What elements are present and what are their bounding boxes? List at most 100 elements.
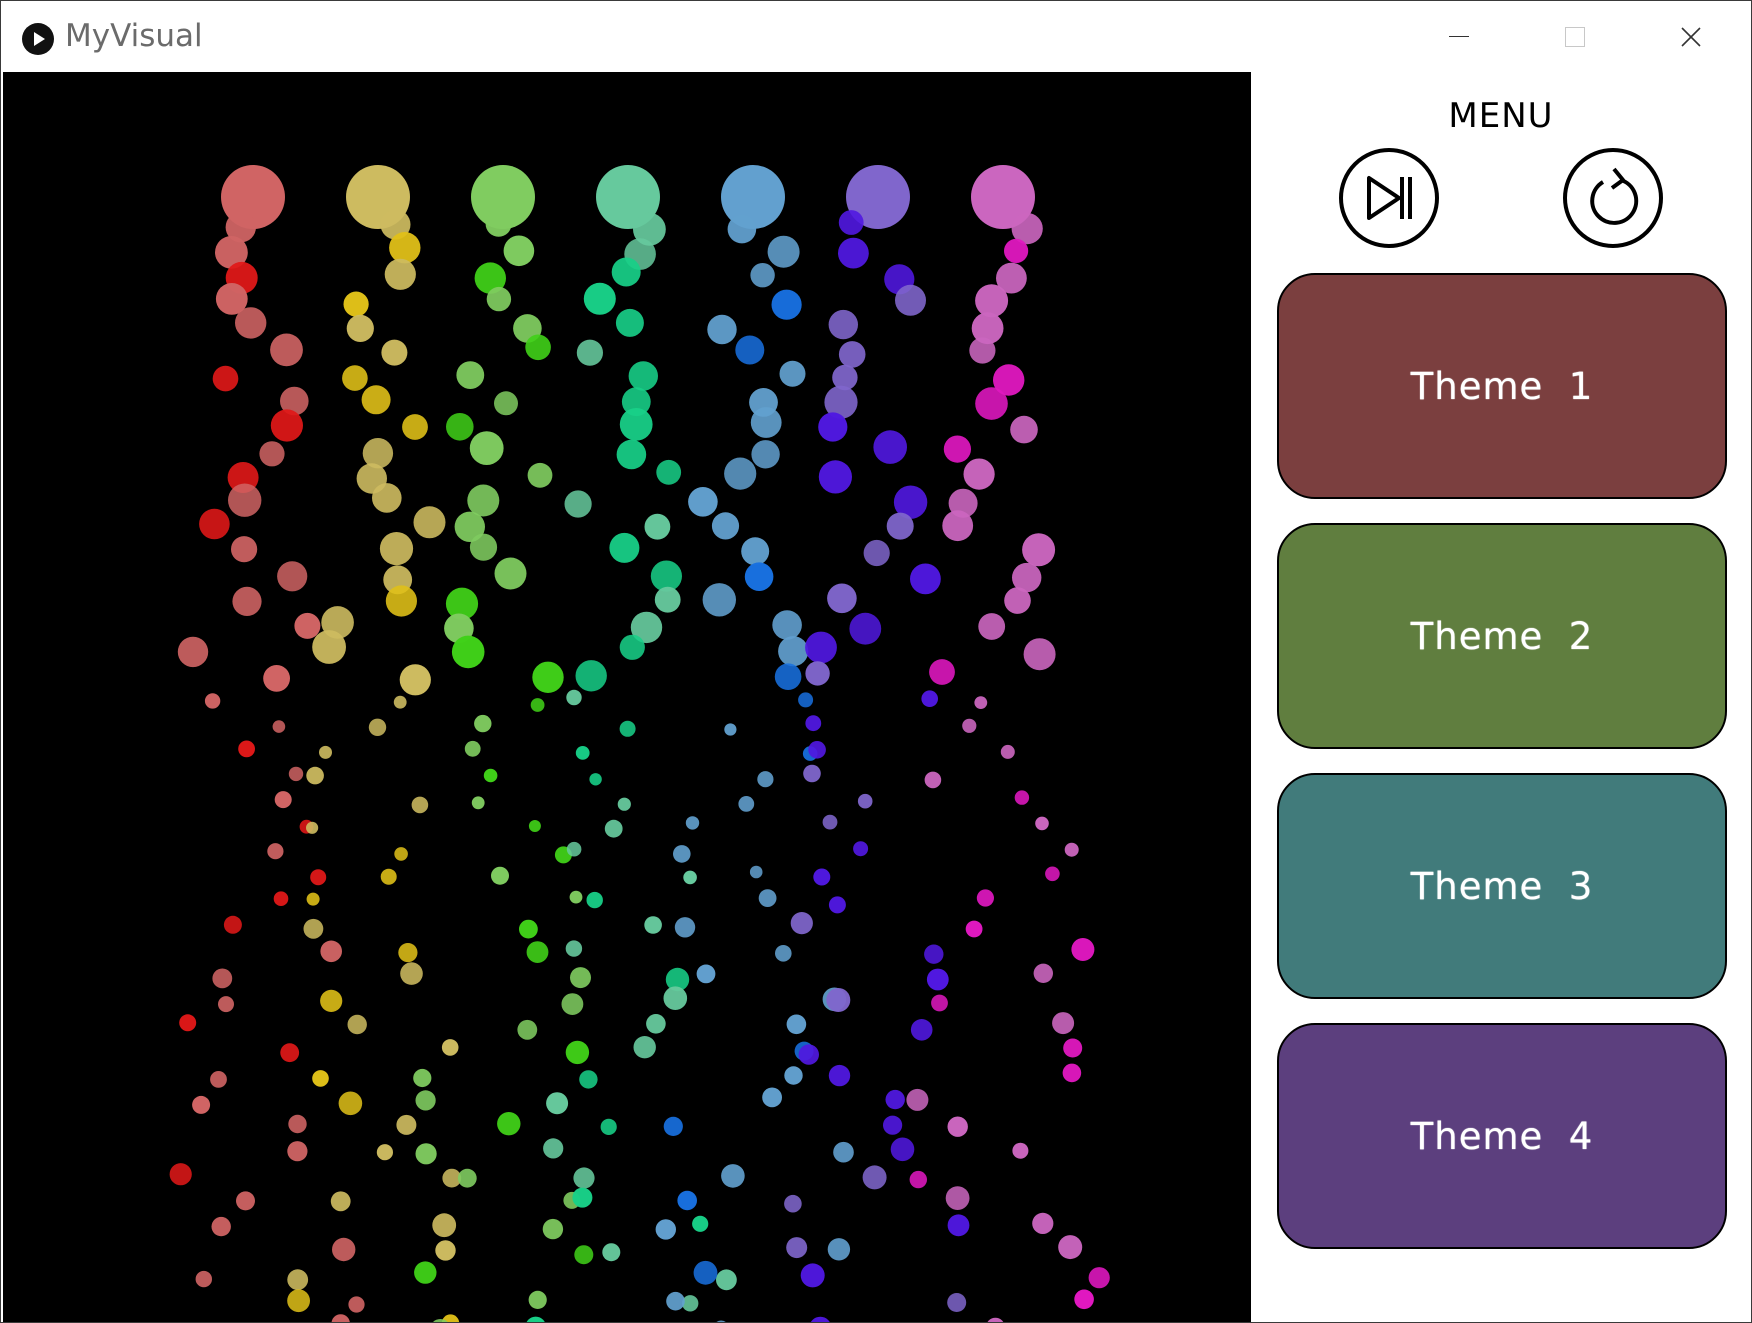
theme-3-button[interactable]: Theme 3 xyxy=(1277,773,1727,999)
particle xyxy=(270,333,303,367)
particle xyxy=(656,459,682,485)
particle xyxy=(1012,1142,1029,1159)
particle xyxy=(330,1191,351,1212)
skip-button[interactable] xyxy=(1339,148,1439,248)
particle xyxy=(517,1019,538,1040)
particle xyxy=(586,891,603,909)
particle xyxy=(602,1243,621,1262)
particle xyxy=(926,968,949,991)
particle xyxy=(385,585,417,617)
particle xyxy=(962,718,977,733)
theme-4-label: Theme 4 xyxy=(1410,1114,1594,1158)
particle xyxy=(491,866,509,885)
particle xyxy=(346,314,374,342)
particle xyxy=(273,891,289,906)
particle xyxy=(1058,1235,1083,1260)
particle xyxy=(963,458,995,490)
particle xyxy=(565,940,583,957)
particle xyxy=(263,665,290,692)
particle xyxy=(320,989,343,1013)
particle xyxy=(312,630,346,664)
particle xyxy=(685,816,700,830)
particle xyxy=(771,289,802,320)
particle xyxy=(786,1237,808,1259)
particle xyxy=(616,439,647,470)
theme-1-button[interactable]: Theme 1 xyxy=(1277,273,1727,499)
particle xyxy=(368,718,387,736)
theme-3-label: Theme 3 xyxy=(1410,864,1594,908)
particle xyxy=(969,337,996,364)
particle xyxy=(441,1039,459,1056)
particle xyxy=(361,385,391,415)
particle xyxy=(609,532,640,563)
particle xyxy=(619,720,636,737)
particle xyxy=(303,918,324,939)
particle xyxy=(210,1071,227,1088)
menu-title: MENU xyxy=(1448,96,1554,136)
particle xyxy=(413,1068,432,1088)
particle xyxy=(628,361,658,391)
particle xyxy=(655,1219,676,1240)
particle xyxy=(975,387,1008,420)
particle xyxy=(451,635,485,669)
particle xyxy=(348,1296,365,1313)
particle xyxy=(724,723,737,736)
particle xyxy=(457,1168,477,1188)
particle xyxy=(236,1191,255,1211)
maximize-icon xyxy=(1565,26,1585,47)
theme-4-button[interactable]: Theme 4 xyxy=(1277,1023,1727,1249)
theme-2-button[interactable]: Theme 2 xyxy=(1277,523,1727,749)
particle xyxy=(519,919,538,939)
minimize-button[interactable] xyxy=(1401,1,1517,72)
particle xyxy=(1032,1212,1054,1234)
particle xyxy=(169,1163,192,1186)
particle xyxy=(838,237,869,269)
particle xyxy=(813,868,831,886)
particle xyxy=(331,1314,350,1322)
close-button[interactable] xyxy=(1633,1,1749,72)
particle xyxy=(784,1194,802,1213)
particle xyxy=(235,307,267,339)
particle xyxy=(575,746,590,760)
particle xyxy=(604,819,623,838)
particle xyxy=(561,993,584,1015)
particle xyxy=(885,1089,905,1110)
particle xyxy=(526,1316,545,1322)
particle xyxy=(232,586,262,617)
particle xyxy=(218,996,234,1013)
particle xyxy=(707,314,737,345)
particle xyxy=(338,1091,363,1116)
particle xyxy=(909,1170,927,1189)
particle xyxy=(566,689,582,706)
particle xyxy=(810,1316,830,1322)
particle xyxy=(849,612,882,645)
particle xyxy=(619,408,653,441)
particle xyxy=(947,1214,970,1237)
particle xyxy=(633,1036,656,1059)
visualization-canvas[interactable] xyxy=(3,72,1251,1322)
particle xyxy=(589,773,602,786)
particle xyxy=(319,745,332,759)
particle xyxy=(828,896,846,914)
particle xyxy=(471,796,485,810)
particle xyxy=(570,967,591,989)
particle xyxy=(1010,415,1038,444)
particle xyxy=(611,257,641,287)
particle xyxy=(1000,744,1015,759)
theme-2-label: Theme 2 xyxy=(1410,614,1594,658)
particle xyxy=(750,263,775,288)
particle xyxy=(767,235,800,268)
title-bar[interactable]: MyVisual xyxy=(1,1,1751,72)
particle xyxy=(1035,816,1049,831)
maximize-button[interactable] xyxy=(1517,1,1633,72)
particle xyxy=(931,994,948,1012)
particle xyxy=(808,741,826,759)
reset-button[interactable] xyxy=(1563,148,1663,248)
particle xyxy=(575,660,607,692)
particle xyxy=(805,715,822,732)
particle xyxy=(288,1114,307,1134)
particle xyxy=(467,484,500,517)
particle xyxy=(663,986,688,1010)
particle xyxy=(778,636,809,667)
particle xyxy=(910,563,941,595)
